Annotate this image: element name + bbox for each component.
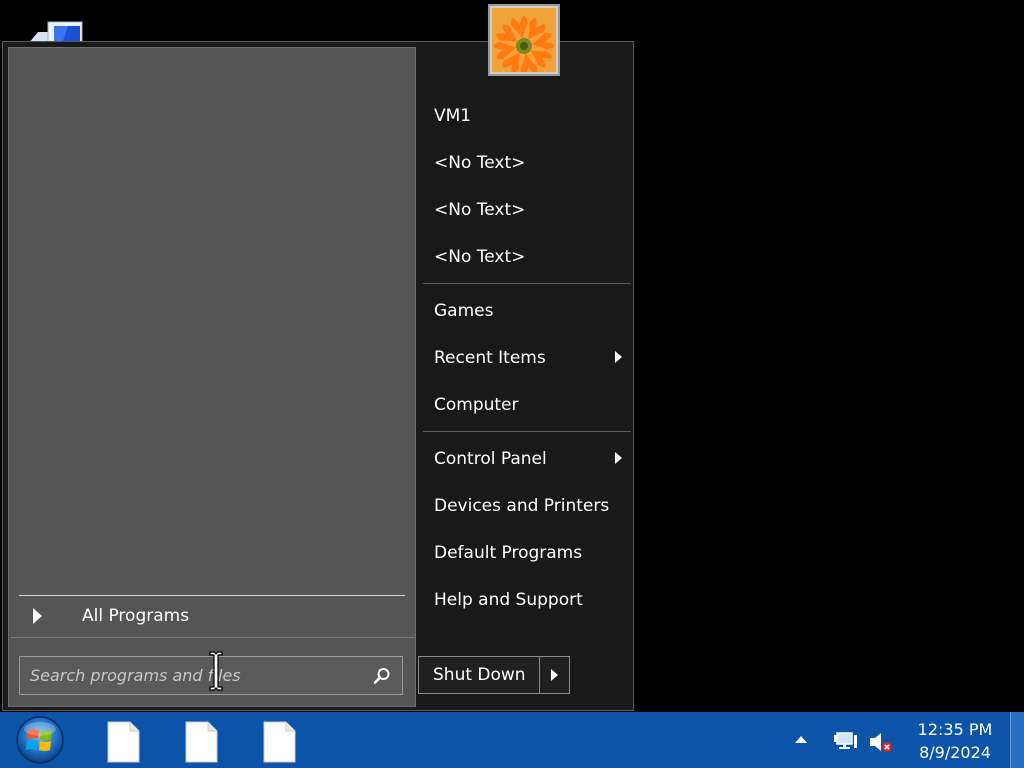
shutdown-button-group: Shut Down [418,656,570,694]
menu-item-devices-and-printers[interactable]: Devices and Printers [421,486,631,526]
file-icon[interactable] [184,721,218,763]
all-programs-label: All Programs [82,606,190,626]
start-menu: All Programs VM1 <No Text> <No Text> <No… [2,41,634,711]
network-icon[interactable] [834,730,858,754]
menu-item-no-text-2[interactable]: <No Text> [421,190,631,230]
show-desktop-button[interactable] [1010,712,1024,768]
submenu-arrow-icon [615,452,622,464]
menu-item-no-text-1[interactable]: <No Text> [421,143,631,183]
divider [19,595,405,596]
menu-item-default-programs[interactable]: Default Programs [421,533,631,573]
windows-start-orb-icon[interactable] [14,715,66,765]
text-cursor-icon [209,651,223,691]
volume-muted-icon[interactable] [868,730,894,754]
shutdown-button[interactable]: Shut Down [419,657,539,693]
menu-item-help-and-support[interactable]: Help and Support [421,580,631,620]
file-icon[interactable] [262,721,296,763]
menu-item-computer[interactable]: Computer [421,385,631,425]
divider [11,637,415,638]
clock-date: 8/9/2024 [919,743,991,762]
file-icon[interactable] [106,721,140,763]
menu-item-label: <No Text> [434,153,526,173]
menu-item-no-text-3[interactable]: <No Text> [421,237,631,277]
divider [423,283,631,284]
menu-item-recent-items[interactable]: Recent Items [421,338,631,378]
search-input[interactable] [20,657,360,694]
user-picture[interactable] [488,4,560,76]
menu-item-label: Default Programs [434,543,583,563]
menu-item-vm1[interactable]: VM1 [421,96,631,136]
clock[interactable]: 12:35 PM 8/9/2024 [905,718,1005,764]
shutdown-options-button[interactable] [540,657,569,693]
menu-item-label: <No Text> [434,247,526,267]
triangle-right-icon [33,608,42,624]
all-programs-button[interactable]: All Programs [19,601,405,633]
menu-item-label: Devices and Printers [434,496,610,516]
triangle-right-icon [551,669,558,681]
menu-item-label: Recent Items [434,348,546,368]
flower-avatar-icon [492,8,556,76]
menu-item-label: Help and Support [434,590,583,610]
menu-item-label: <No Text> [434,200,526,220]
menu-item-label: VM1 [434,106,472,126]
menu-item-label: Control Panel [434,449,547,469]
start-menu-programs-pane: All Programs [8,47,416,707]
divider [423,431,631,432]
show-hidden-icons-button[interactable] [795,736,807,743]
menu-item-games[interactable]: Games [421,291,631,331]
menu-item-label: Computer [434,395,519,415]
menu-item-control-panel[interactable]: Control Panel [421,439,631,479]
submenu-arrow-icon [615,351,622,363]
taskbar: 12:35 PM 8/9/2024 [0,712,1024,768]
clock-time: 12:35 PM [917,720,993,739]
menu-item-label: Games [434,301,494,321]
search-icon[interactable] [372,666,392,686]
